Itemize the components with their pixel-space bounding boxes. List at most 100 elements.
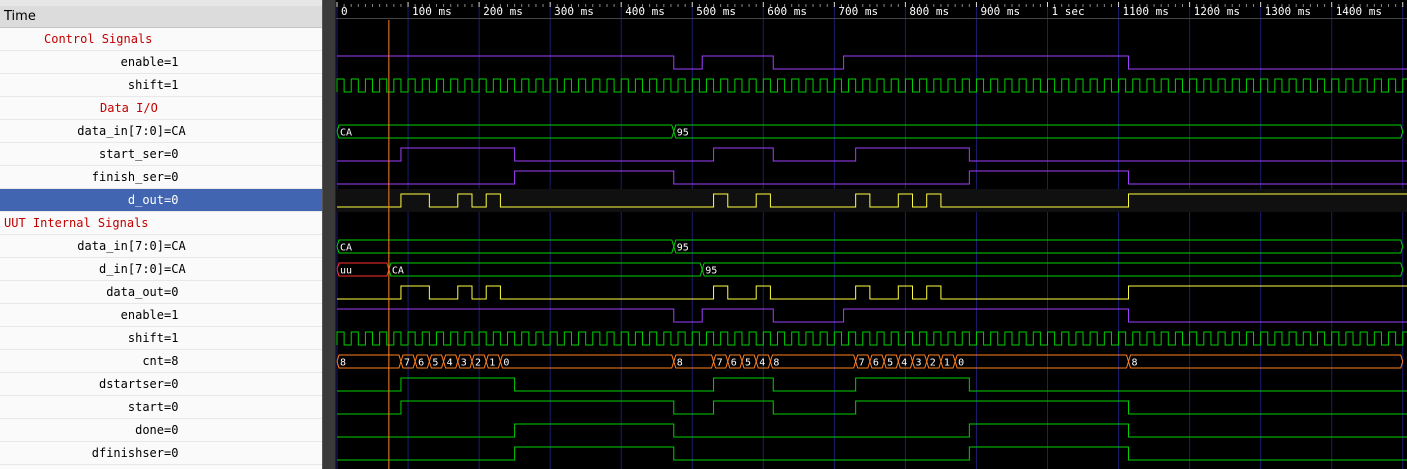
signal-row[interactable]: cnt =8 [0, 350, 322, 373]
bus-value-label: 95 [705, 266, 717, 277]
signal-name: start [127, 400, 164, 414]
time-tick-label: 0 [341, 5, 348, 18]
bit-trace [337, 423, 1407, 438]
signal-value: =0 [164, 147, 179, 161]
signal-name: shift [127, 331, 164, 345]
signal-value: =1 [164, 78, 179, 92]
signal-row[interactable]: data_in[7:0] =CA [0, 235, 322, 258]
signal-row[interactable]: enable =1 [0, 304, 322, 327]
waveform-data-in-7-0-: CA 95 [336, 239, 1404, 254]
bus-value-label: 0 [958, 358, 964, 369]
signal-row[interactable]: shift =1 [0, 327, 322, 350]
bus-value-label: 8 [340, 358, 346, 369]
signal-row[interactable]: dstartser =0 [0, 373, 322, 396]
selected-row-highlight [336, 189, 1407, 212]
group-row[interactable]: UUT Internal Signals [0, 212, 322, 235]
waveform-shift [336, 78, 1407, 93]
time-tick-label: 1 sec [1052, 5, 1085, 18]
bus-value-label: 8 [1131, 358, 1137, 369]
signal-names-panel: Time Control Signals enable =1 shift =1 Data … [0, 0, 322, 469]
waveform-shift [336, 331, 1407, 346]
bit-trace [337, 446, 1407, 461]
bus-value-label: 5 [745, 358, 751, 369]
bit-trace [337, 170, 1407, 185]
waveform-canvas[interactable]: 0 100 ms 200 ms 300 ms 400 ms 500 ms 600 ms 700… [336, 0, 1407, 469]
bus-value-label: 95 [677, 128, 689, 139]
bus-value-label: uu [340, 266, 352, 277]
signal-name: data_out [106, 285, 164, 299]
signal-value: =0 [164, 400, 179, 414]
waveform-data-in-7-0-: CA 95 [336, 124, 1404, 139]
bus-value-label: 8 [773, 358, 779, 369]
time-tick-label: 500 ms [696, 5, 736, 18]
time-tick-label: 600 ms [767, 5, 807, 18]
bus-value-label: 6 [731, 358, 737, 369]
signal-value: =1 [164, 308, 179, 322]
pane-splitter[interactable] [322, 0, 336, 469]
group-row[interactable]: Control Signals [0, 28, 322, 51]
time-tick-label: 200 ms [483, 5, 523, 18]
signal-name: dstartser [98, 377, 164, 391]
waveform-finish-ser [337, 170, 1407, 185]
bus-value-label: 6 [873, 358, 879, 369]
bus-segment [673, 239, 1404, 254]
clock-trace [336, 331, 1407, 346]
bus-segment [701, 262, 1404, 277]
waveform-dstartser [337, 377, 1407, 392]
bus-value-label: 1 [944, 358, 950, 369]
bus-segment [1127, 354, 1404, 369]
bit-trace [337, 400, 1407, 415]
signal-name: start_ser [98, 147, 164, 161]
signal-row[interactable]: dfinishser =0 [0, 442, 322, 465]
bus-segment [336, 124, 675, 139]
time-tick-label: 800 ms [909, 5, 949, 18]
time-tick-label: 400 ms [625, 5, 665, 18]
signal-name: d_out [127, 193, 164, 207]
bus-segment [388, 262, 703, 277]
time-tick-label: 1300 ms [1265, 5, 1311, 18]
signal-row[interactable]: d_in[7:0] =CA [0, 258, 322, 281]
signal-name: data_in[7:0] [77, 239, 164, 253]
time-tick-label: 900 ms [980, 5, 1020, 18]
time-tick-label: 100 ms [412, 5, 452, 18]
bus-segment [769, 354, 857, 369]
signal-name: finish_ser [91, 170, 164, 184]
bus-segment [954, 354, 1130, 369]
waveform-enable [337, 55, 1407, 70]
signal-value: =CA [164, 262, 186, 276]
time-tick-label: 1200 ms [1194, 5, 1240, 18]
group-row[interactable]: Data I/O [0, 97, 322, 120]
bus-segment [336, 239, 675, 254]
signal-row[interactable]: data_in[7:0] =CA [0, 120, 322, 143]
waveform-panel[interactable]: 0 100 ms 200 ms 300 ms 400 ms 500 ms 600 ms 700… [336, 0, 1407, 469]
bus-value-label: 6 [418, 358, 424, 369]
signal-row[interactable]: d_out =0 [0, 189, 322, 212]
signal-row[interactable]: enable =1 [0, 51, 322, 74]
signal-row[interactable]: data_out =0 [0, 281, 322, 304]
time-tick-label: 1400 ms [1336, 5, 1382, 18]
time-tick-label: 1100 ms [1123, 5, 1169, 18]
signal-row[interactable]: shift =1 [0, 74, 322, 97]
bus-value-label: 4 [901, 358, 907, 369]
bit-trace [337, 55, 1407, 70]
bus-value-label: 4 [447, 358, 453, 369]
signal-row[interactable]: done =0 [0, 419, 322, 442]
bus-value-label: 4 [759, 358, 765, 369]
signal-name: shift [127, 78, 164, 92]
signal-row[interactable]: start =0 [0, 396, 322, 419]
bit-trace [337, 377, 1407, 392]
waveform-dfinishser [337, 446, 1407, 461]
time-tick-label: 300 ms [554, 5, 594, 18]
bus-value-label: 7 [859, 358, 865, 369]
waveform-d-out [336, 189, 1407, 212]
signal-row[interactable]: finish_ser =0 [0, 166, 322, 189]
signal-value: =8 [164, 354, 179, 368]
bus-segment [499, 354, 675, 369]
bus-value-label: 2 [475, 358, 481, 369]
signal-name: enable [120, 55, 164, 69]
bit-trace [337, 285, 1407, 300]
signal-row[interactable]: start_ser =0 [0, 143, 322, 166]
signal-value: =1 [164, 55, 179, 69]
signal-value: =0 [164, 423, 179, 437]
bus-value-label: 3 [461, 358, 467, 369]
